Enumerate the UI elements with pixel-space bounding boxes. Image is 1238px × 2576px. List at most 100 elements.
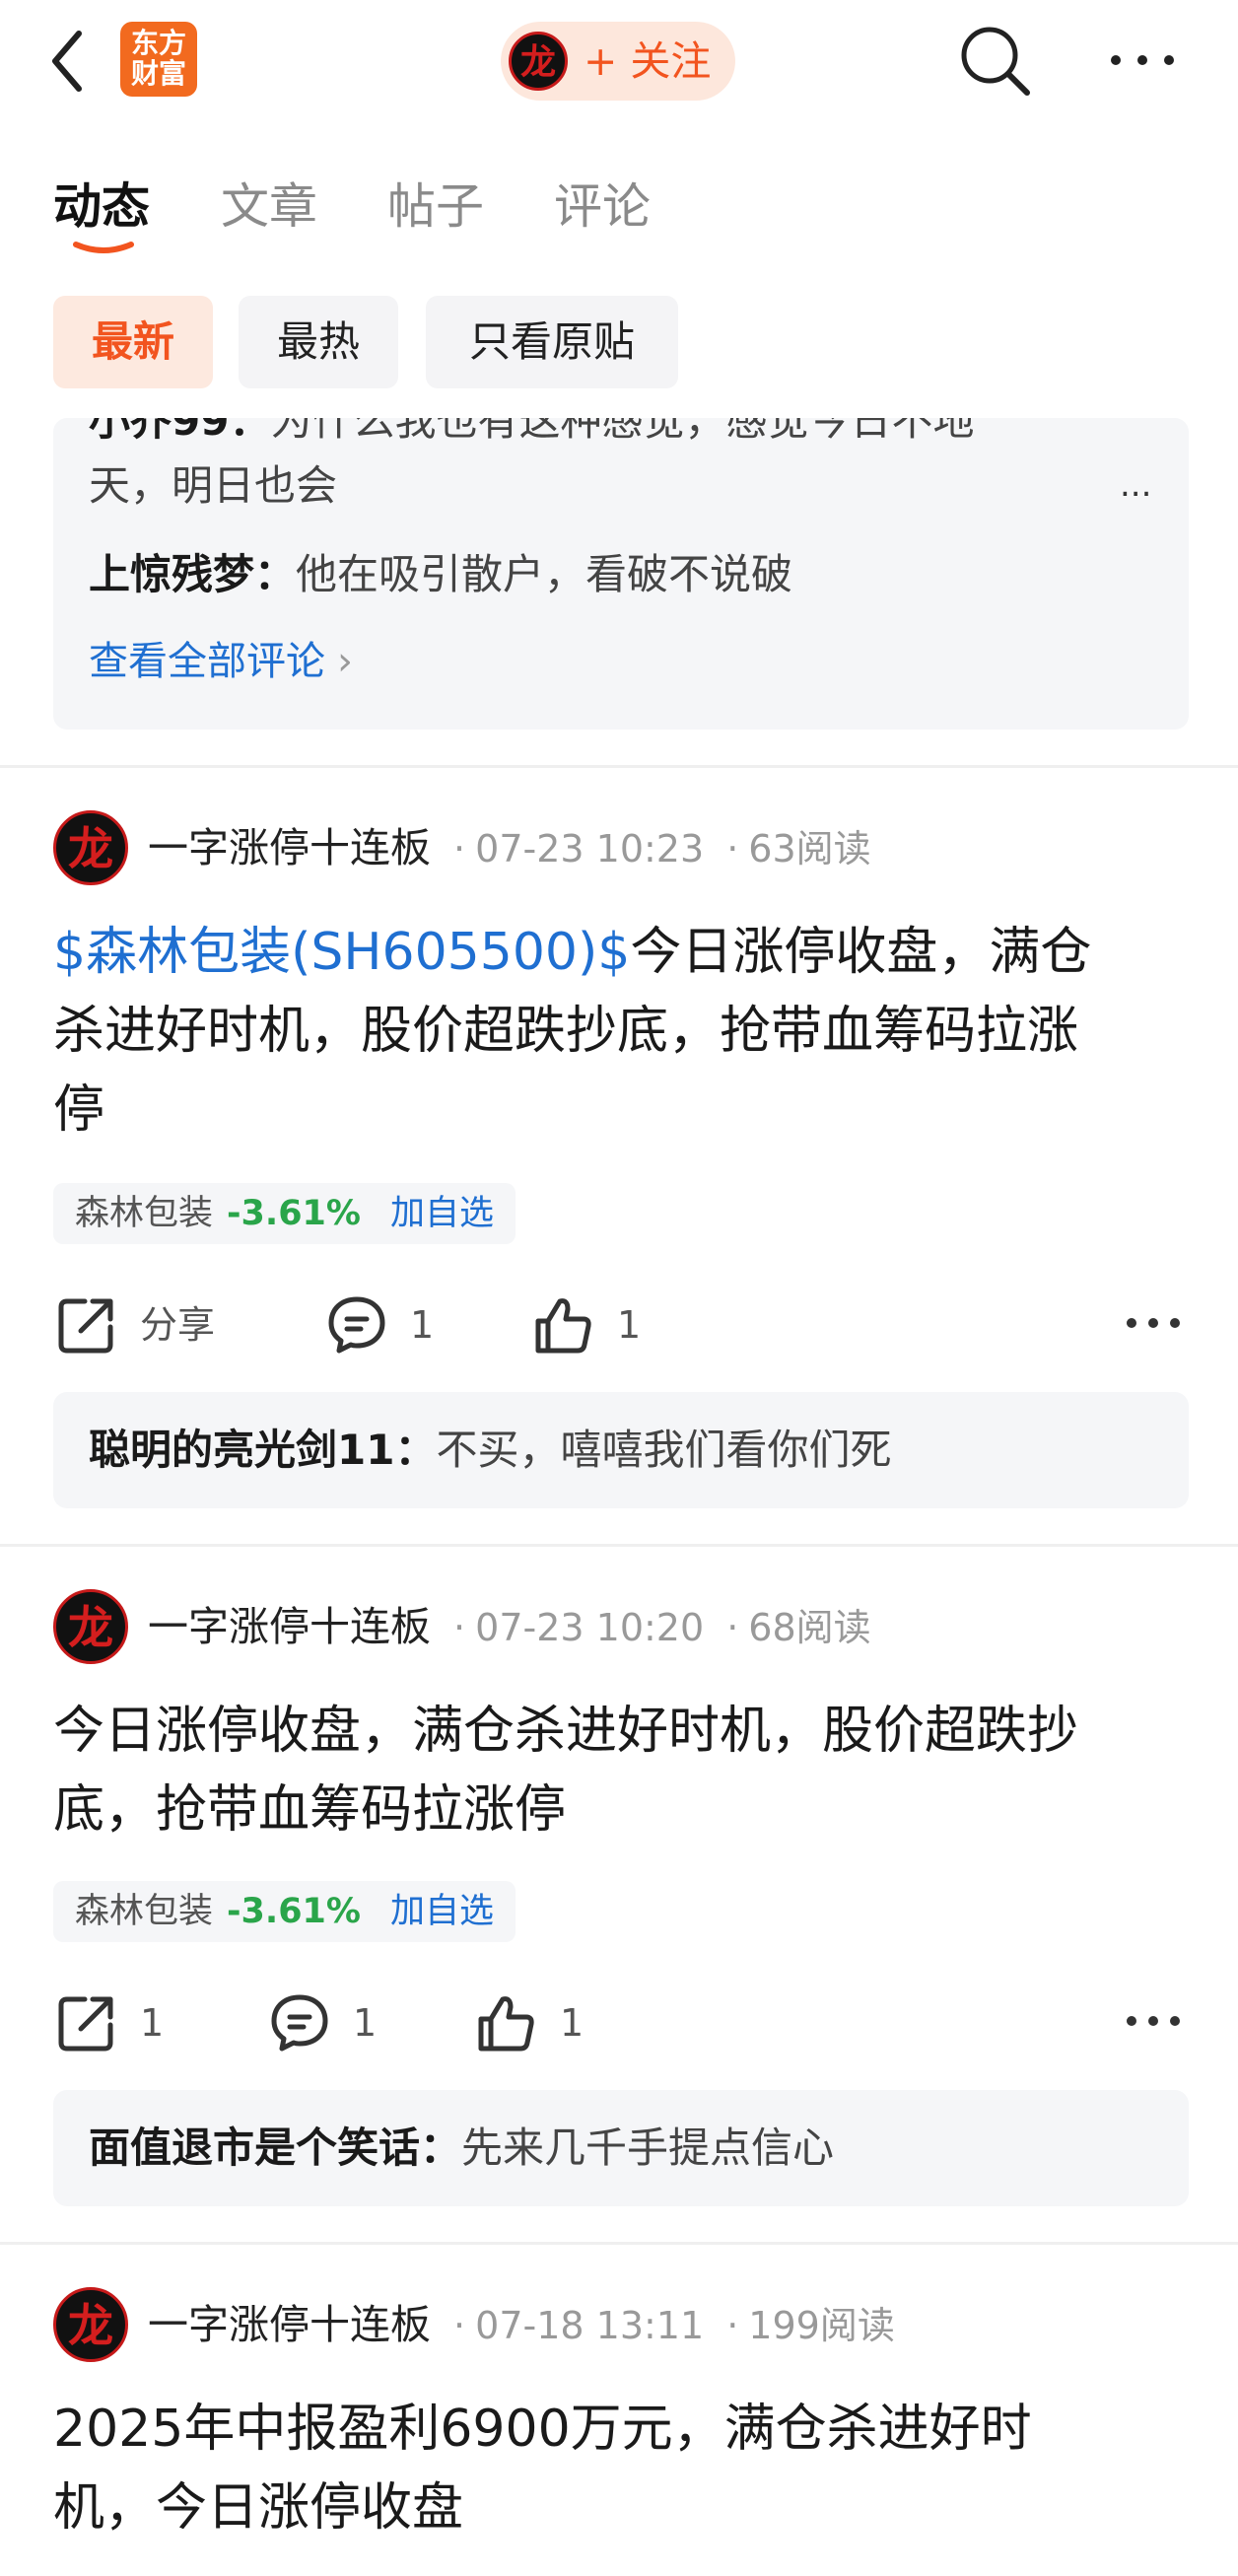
post-text: 底，抢带血筹码拉涨停 [53, 1780, 567, 1840]
comment-preview-box: 小乔99：为什么我也有这种感觉，感觉今日不地 天，明日也会 ... 上惊残梦：他… [53, 418, 1189, 730]
stock-quote-chip[interactable]: 森林包装 -3.61% 加自选 [53, 1881, 516, 1942]
share-icon [58, 1996, 113, 2051]
add-watchlist-button[interactable]: 加自选 [390, 1194, 494, 1233]
svg-text:龙: 龙 [520, 42, 556, 83]
meta-separator: · [726, 2304, 739, 2347]
comment-line: 小乔99：为什么我也有这种感觉，感觉今日不地 [89, 418, 974, 453]
comment-count: 1 [410, 1302, 435, 1347]
post-comment-preview: 聪明的亮光剑11：不买，嘻嘻我们看你们死 [53, 1392, 1189, 1508]
meta-separator: · [453, 2304, 466, 2347]
stock-change: -3.61% [227, 1892, 361, 1931]
meta-separator: · [726, 1606, 739, 1649]
post-text: 今日涨停收盘，满仓 [630, 923, 1092, 982]
svg-text:龙: 龙 [68, 1601, 113, 1654]
meta-separator: · [726, 827, 739, 870]
app-logo: 东方 财富 [120, 22, 197, 97]
tab-posts[interactable]: 帖子 [387, 168, 484, 238]
commenter-name[interactable]: 面值退市是个笑话： [89, 2123, 461, 2172]
stock-quote-chip[interactable]: 森林包装 -3.61% 加自选 [53, 1183, 516, 1244]
author-avatar[interactable]: 龙 [53, 1589, 128, 1664]
view-all-comments-link[interactable]: 查看全部评论 › [89, 629, 353, 694]
like-button[interactable]: 1 [475, 1985, 584, 2054]
post-text: 今日涨停收盘，满仓杀进好时机，股价超跌抄 [53, 1702, 1079, 1761]
commenter-name[interactable]: 上惊残梦： [89, 550, 296, 598]
comment-button[interactable]: 1 [325, 1288, 434, 1357]
search-icon[interactable] [958, 24, 1033, 99]
stock-tag-link[interactable]: $森林包装(SH605500)$ [53, 923, 630, 982]
add-watchlist-button[interactable]: 加自选 [390, 1892, 494, 1931]
read-count: 199阅读 [748, 2304, 895, 2347]
like-count: 1 [617, 1302, 642, 1347]
like-button[interactable]: 1 [532, 1288, 641, 1357]
share-button[interactable]: 1 [55, 1985, 164, 2054]
post-time: 07-23 10:20 [475, 1606, 705, 1649]
filter-latest[interactable]: 最新 [53, 296, 213, 388]
commenter-name[interactable]: 小乔99： [89, 418, 270, 445]
meta-separator: · [453, 827, 466, 870]
follow-label: + 关注 [584, 37, 712, 85]
post-text: 停 [53, 1080, 105, 1140]
logo-text-line2: 财富 [130, 57, 186, 90]
comment-expand[interactable]: ... [1120, 465, 1151, 505]
post-more-icon[interactable] [1126, 2013, 1181, 2029]
post-text: 杀进好时机，股价超跌抄底，抢带血筹码拉涨 [53, 1002, 1079, 1061]
author-name[interactable]: 一字涨停十连板 [148, 1603, 431, 1650]
comment-count: 1 [353, 2000, 378, 2045]
back-arrow-icon[interactable] [47, 28, 87, 95]
comment-icon [328, 1296, 385, 1353]
commenter-name[interactable]: 聪明的亮光剑11： [89, 1426, 436, 1474]
comment-line: 聪明的亮光剑11：不买，嘻嘻我们看你们死 [89, 1392, 891, 1508]
comment-line: 面值退市是个笑话：先来几千手提点信心 [89, 2090, 834, 2206]
comment-line: 上惊残梦：他在吸引散户，看破不说破 [89, 542, 792, 607]
chevron-right-icon: › [337, 639, 353, 684]
post-time: 07-18 13:11 [475, 2304, 705, 2347]
comment-text: 不买，嘻嘻我们看你们死 [436, 1426, 892, 1474]
share-icon [58, 1298, 113, 1353]
author-avatar[interactable]: 龙 [53, 810, 128, 885]
filter-original-only[interactable]: 只看原贴 [426, 296, 678, 388]
author-name[interactable]: 一字涨停十连板 [148, 824, 431, 871]
post-more-icon[interactable] [1126, 1315, 1181, 1331]
post-comment-preview: 面值退市是个笑话：先来几千手提点信心 [53, 2090, 1189, 2206]
post-body[interactable]: $森林包装(SH605500)$今日涨停收盘，满仓 杀进好时机，股价超跌抄底，抢… [53, 913, 1197, 1149]
comment-icon [271, 1994, 328, 2051]
svg-text:龙: 龙 [68, 2299, 113, 2352]
follow-button[interactable]: 龙 + 关注 [501, 22, 735, 101]
comment-button[interactable]: 1 [268, 1985, 377, 2054]
read-count: 63阅读 [748, 827, 871, 870]
comment-text-continued: 天，明日也会 [89, 461, 338, 510]
sort-filters: 最新 最热 只看原贴 [0, 296, 1238, 390]
profile-tabs: 动态 文章 帖子 评论 [0, 158, 1238, 256]
active-tab-indicator [73, 242, 134, 253]
post-header: 一字涨停十连板 · 07-18 13:11 · 199阅读 [148, 2287, 895, 2363]
post-time: 07-23 10:23 [475, 827, 705, 870]
share-label: 分享 [140, 1302, 216, 1347]
post-body[interactable]: 2025年中报盈利6900万元，满仓杀进好时 机，今日涨停收盘 [53, 2390, 1197, 2547]
like-count: 1 [560, 2000, 585, 2045]
divider [0, 765, 1238, 768]
post-header: 一字涨停十连板 · 07-23 10:23 · 63阅读 [148, 810, 871, 886]
filter-hottest[interactable]: 最热 [239, 296, 398, 388]
post-body[interactable]: 今日涨停收盘，满仓杀进好时机，股价超跌抄 底，抢带血筹码拉涨停 [53, 1692, 1197, 1849]
comment-text: 为什么我也有这种感觉，感觉今日不地 [270, 418, 975, 445]
meta-separator: · [453, 1606, 466, 1649]
user-avatar: 龙 [509, 32, 568, 91]
share-count: 1 [140, 2000, 165, 2045]
post-text: 2025年中报盈利6900万元，满仓杀进好时 [53, 2400, 1032, 2459]
logo-text-line1: 东方 [130, 27, 186, 59]
author-name[interactable]: 一字涨停十连板 [148, 2301, 431, 2348]
read-count: 68阅读 [748, 1606, 871, 1649]
top-bar: 东方 财富 龙 + 关注 [0, 0, 1238, 123]
tab-dynamics[interactable]: 动态 [53, 168, 150, 238]
stock-name: 森林包装 [75, 1194, 214, 1233]
divider [0, 1544, 1238, 1547]
more-options-icon[interactable] [1108, 49, 1177, 71]
author-avatar[interactable]: 龙 [53, 2287, 128, 2362]
comment-text: 他在吸引散户，看破不说破 [296, 550, 793, 598]
view-all-label: 查看全部评论 [89, 639, 325, 684]
divider [0, 2242, 1238, 2245]
svg-text:龙: 龙 [68, 822, 113, 875]
tab-articles[interactable]: 文章 [221, 168, 317, 238]
share-button[interactable]: 分享 [55, 1288, 215, 1357]
tab-comments[interactable]: 评论 [554, 168, 651, 238]
